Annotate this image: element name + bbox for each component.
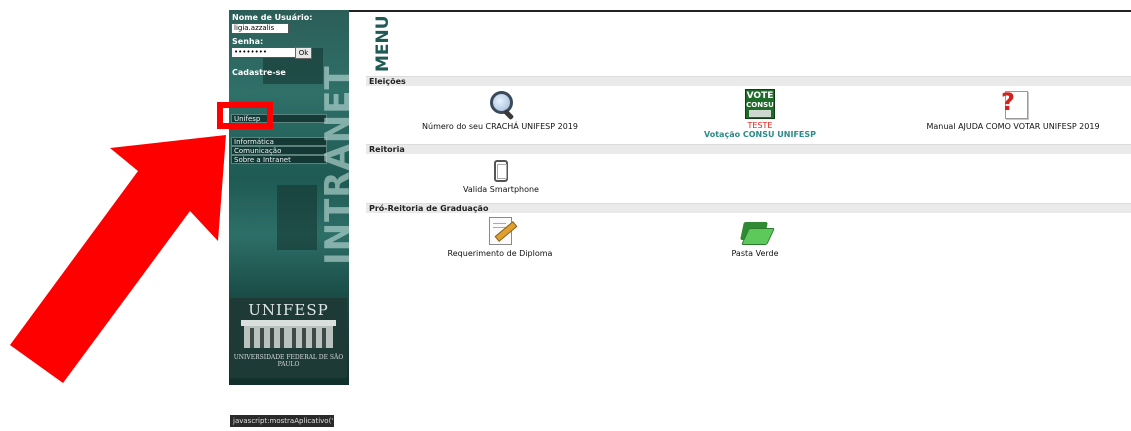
vote-consu-icon[interactable]: VOTE CONSU	[745, 89, 775, 119]
app-cracha[interactable]: Número do seu CRACHÁ UNIFESP 2019	[405, 89, 595, 131]
annotation-arrow-icon	[10, 135, 226, 383]
menu-title: MENU	[373, 15, 393, 72]
green-folder-icon[interactable]	[739, 216, 775, 246]
app-label[interactable]: Requerimento de Diploma	[430, 249, 570, 258]
app-label[interactable]: Manual AJUDA COMO VOTAR UNIFESP 2019	[918, 122, 1108, 131]
app-pasta-verde[interactable]: Pasta Verde	[700, 216, 810, 258]
annotation-highlight-box	[217, 102, 273, 129]
app-votacao-consu[interactable]: VOTE CONSU TESTE Votação CONSU UNIFESP	[690, 89, 830, 139]
app-sublabel[interactable]: Votação CONSU UNIFESP	[690, 130, 830, 139]
app-valida-smartphone[interactable]: Valida Smartphone	[446, 160, 556, 194]
app-label[interactable]: Valida Smartphone	[446, 185, 556, 194]
intranet-brand-text: INTRANET	[318, 65, 349, 265]
login-ok-button[interactable]: Ok	[295, 47, 312, 59]
section-header-pro-reitoria: Pró-Reitoria de Graduação	[366, 203, 1131, 213]
app-manual-ajuda[interactable]: ? Manual AJUDA COMO VOTAR UNIFESP 2019	[918, 89, 1108, 131]
app-label[interactable]: Pasta Verde	[700, 249, 810, 258]
section-header-eleicoes: Eleições	[366, 76, 1131, 86]
magnifier-icon[interactable]	[485, 89, 515, 121]
app-requerimento-diploma[interactable]: Requerimento de Diploma	[430, 216, 570, 258]
smartphone-icon[interactable]	[494, 160, 508, 182]
app-label[interactable]: Número do seu CRACHÁ UNIFESP 2019	[405, 122, 595, 131]
document-pencil-icon[interactable]	[485, 216, 518, 246]
arrow-shape	[10, 135, 226, 383]
section-header-reitoria: Reitoria	[366, 144, 1131, 154]
app-label-teste[interactable]: TESTE	[690, 121, 830, 130]
top-divider	[349, 10, 1131, 12]
help-document-icon[interactable]: ?	[998, 89, 1028, 119]
status-bar-url: javascript:mostraAplicativo('1281')	[230, 415, 334, 427]
